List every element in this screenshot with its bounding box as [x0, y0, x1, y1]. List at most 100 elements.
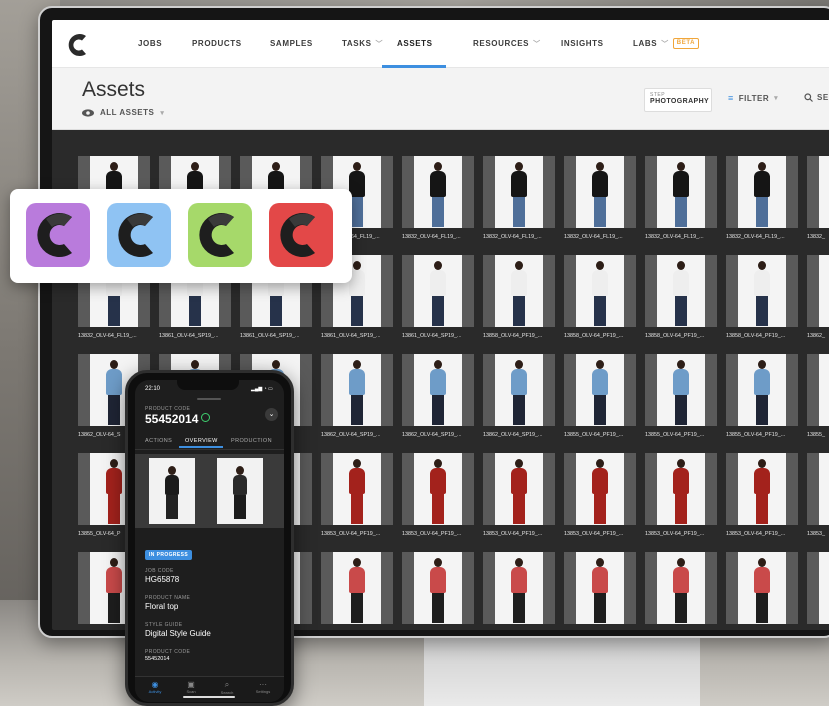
asset-caption: 13858_OLV-64_PF19_... [564, 333, 624, 339]
chevron-down-icon[interactable]: ⌄ [265, 408, 278, 421]
asset-tile[interactable]: 13858_OLV-64_PF19_... [483, 255, 555, 353]
asset-thumbnail [645, 453, 717, 525]
tab-overview[interactable]: OVERVIEW [185, 438, 218, 444]
asset-thumbnail [564, 354, 636, 426]
asset-caption: 13832_ [807, 234, 825, 240]
asset-caption: 13853_OLV-64_PF19_... [564, 531, 624, 537]
tab-production[interactable]: PRODUCTION [231, 438, 272, 444]
asset-tile[interactable]: 13858_OLV-64_PF19_... [726, 255, 798, 353]
asset-tile[interactable]: 13850_OLV-64_PF19 [564, 552, 636, 630]
nav-resources[interactable]: RESOURCES ﹀ [473, 20, 541, 68]
status-badge: IN PROGRESS [145, 550, 193, 560]
asset-caption: 13858_OLV-64_PF19_... [483, 333, 543, 339]
product-code-label-2: PRODUCT CODE [145, 649, 191, 655]
asset-tile[interactable]: 13851_OLV-64_PF19 [402, 552, 474, 630]
filter-button[interactable]: ≡ FILTER ▾ [728, 93, 778, 103]
page-title: Assets [82, 78, 146, 101]
asset-thumbnail [726, 552, 798, 624]
asset-thumbnail [807, 453, 829, 525]
asset-thumbnail [645, 552, 717, 624]
view-selector[interactable]: ALL ASSETS ▾ [82, 108, 164, 117]
search-label: SEA [817, 93, 829, 102]
asset-tile[interactable]: 13853_OLV-64_PF19_... [645, 453, 717, 551]
asset-tile[interactable]: 13858_OLV-64_PF19_... [645, 255, 717, 353]
asset-tile[interactable]: 13853_OLV-64_PF19_... [483, 453, 555, 551]
asset-tile[interactable]: 13853_OLV-64_PF19_... [564, 453, 636, 551]
style-guide: Digital Style Guide [145, 629, 211, 638]
app-logo-icon[interactable] [66, 32, 92, 58]
nav-products[interactable]: PRODUCTS [192, 20, 242, 68]
asset-caption: 13858_OLV-64_PF19_... [645, 333, 705, 339]
asset-tile[interactable]: 13855_OLV-64_PF19_... [726, 354, 798, 452]
app-icon-purple [26, 203, 90, 267]
phone-bottom-nav: ◉ Activity ▣ Scan ⌕ Search ··· Settings [135, 676, 284, 702]
phone-sheet-handle[interactable] [197, 398, 221, 400]
asset-tile[interactable]: 13855_OLV-64_PF19_... [564, 354, 636, 452]
chevron-down-icon: ﹀ [375, 41, 384, 48]
product-name: Floral top [145, 602, 179, 611]
filter-icon: ≡ [728, 93, 734, 103]
asset-thumbnail [564, 255, 636, 327]
nav-jobs[interactable]: JOBS [138, 20, 162, 68]
asset-thumbnail [807, 354, 829, 426]
nav-labs[interactable]: LABS ﹀ BETA [633, 20, 700, 68]
asset-tile[interactable]: 13832_OLV-64_FL19_... [726, 156, 798, 254]
asset-caption: 13855_ [807, 432, 825, 438]
phone-status-icons: ▂▄▆ ◔ ▭ [251, 386, 273, 392]
asset-caption: 13861_OLV-64_SP19_... [321, 333, 381, 339]
phone-photo[interactable] [149, 458, 195, 524]
phone-notch [177, 380, 239, 390]
chevron-down-icon: ﹀ [533, 41, 541, 48]
asset-tile[interactable]: 13851_OLV-64_PF19 [483, 552, 555, 630]
asset-tile[interactable]: 13832_ [807, 156, 829, 254]
nav-samples[interactable]: SAMPLES [270, 20, 313, 68]
nav-assets[interactable]: ASSETS [397, 20, 433, 68]
nav-tasks[interactable]: TASKS ﹀ [342, 20, 383, 68]
scan-icon: ▣ [187, 680, 195, 689]
asset-tile[interactable]: 13832_OLV-64_FL19_... [564, 156, 636, 254]
asset-tile[interactable]: 13853_OLV-64_PF19_... [321, 453, 393, 551]
tab-actions[interactable]: ACTIONS [145, 438, 172, 444]
asset-tile[interactable]: 13832_OLV-64_FL19_... [402, 156, 474, 254]
product-code-2: 55452014 [145, 656, 170, 662]
asset-thumbnail [807, 156, 829, 228]
asset-thumbnail [726, 156, 798, 228]
asset-caption: 13862_ [807, 333, 825, 339]
step-selector[interactable]: STEP PHOTOGRAPHY [644, 88, 712, 112]
asset-thumbnail [402, 255, 474, 327]
asset-thumbnail [483, 156, 555, 228]
nav-scan[interactable]: ▣ Scan [177, 680, 205, 694]
nav-insights[interactable]: INSIGHTS [561, 20, 604, 68]
asset-tile[interactable]: 13850_ [807, 552, 829, 630]
asset-tile[interactable]: 13858_OLV-64_PF19_... [564, 255, 636, 353]
asset-tile[interactable]: 13850_OLV-64_PF19 [645, 552, 717, 630]
asset-caption: 13861_OLV-64_SP19_... [159, 333, 219, 339]
asset-thumbnail [321, 453, 393, 525]
asset-tile[interactable]: 13862_OLV-64_SP19_... [402, 354, 474, 452]
asset-tile[interactable]: 13862_OLV-64_SP19_... [321, 354, 393, 452]
asset-tile[interactable]: 13862_OLV-64_SP19_... [483, 354, 555, 452]
nav-activity[interactable]: ◉ Activity [141, 680, 169, 694]
asset-tile[interactable]: 13832_OLV-64_FL19_... [483, 156, 555, 254]
nav-search[interactable]: ⌕ Search [213, 680, 241, 695]
phone-photo[interactable] [217, 458, 263, 524]
phone-time: 22:10 [145, 386, 161, 392]
asset-tile[interactable]: 13862_ [807, 255, 829, 353]
asset-caption: 13832_OLV-64_FL19_... [564, 234, 623, 240]
asset-tile[interactable]: 13855_OLV-64_PF19_... [645, 354, 717, 452]
asset-caption: 13853_ [807, 531, 825, 537]
asset-caption: 13855_OLV-64_PF19_... [564, 432, 624, 438]
asset-tile[interactable]: 13855_ [807, 354, 829, 452]
asset-tile[interactable]: 13861_OLV-64_SP19_... [402, 255, 474, 353]
nav-label: TASKS [342, 39, 372, 48]
search-button[interactable]: SEA [804, 93, 829, 102]
asset-tile[interactable]: 13851_OLV-64_PF19 [321, 552, 393, 630]
search-icon: ⌕ [224, 680, 230, 689]
asset-tile[interactable]: 13850_OLV-64_PF19 [726, 552, 798, 630]
check-icon [201, 413, 210, 422]
asset-tile[interactable]: 13832_OLV-64_FL19_... [645, 156, 717, 254]
asset-tile[interactable]: 13853_OLV-64_PF19_... [726, 453, 798, 551]
asset-tile[interactable]: 13853_OLV-64_PF19_... [402, 453, 474, 551]
asset-tile[interactable]: 13853_ [807, 453, 829, 551]
nav-settings[interactable]: ··· Settings [249, 680, 277, 694]
